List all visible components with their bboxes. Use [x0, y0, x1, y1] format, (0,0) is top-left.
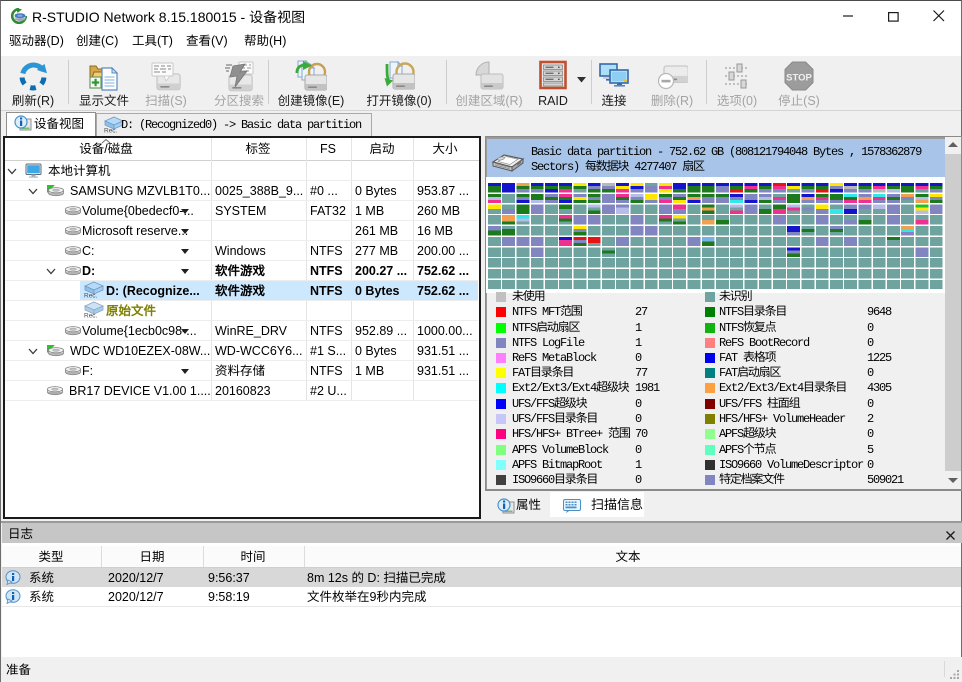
svg-text:Rec.: Rec. — [104, 128, 118, 134]
svg-text:STOP: STOP — [786, 73, 812, 84]
svg-text:Rec.: Rec. — [84, 313, 98, 319]
svg-text:Rec.: Rec. — [84, 293, 98, 299]
